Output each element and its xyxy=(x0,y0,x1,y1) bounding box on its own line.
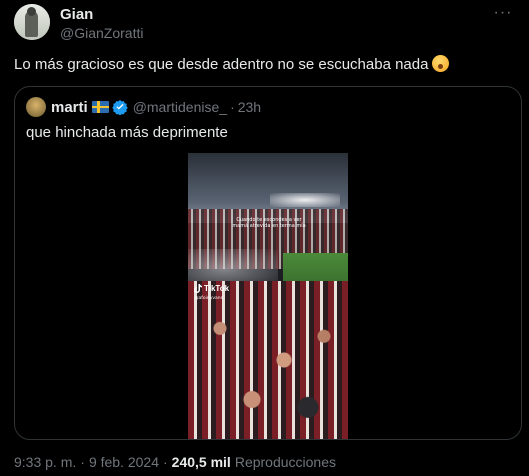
meta-separator-2: · xyxy=(163,454,168,470)
avatar[interactable] xyxy=(14,4,50,40)
tweet-date[interactable]: 9 feb. 2024 xyxy=(89,454,159,470)
author-row: Gian @GianZoratti xyxy=(14,4,143,42)
quoted-display-name: marti xyxy=(51,98,88,116)
tweet-text: Lo más gracioso es que desde adentro no … xyxy=(14,55,450,75)
more-options-button[interactable]: ··· xyxy=(491,4,515,22)
quoted-time: 23h xyxy=(237,99,262,115)
tiktok-icon xyxy=(194,284,202,293)
meta-separator: · xyxy=(80,454,85,470)
tiktok-label: TikTok xyxy=(204,284,230,293)
tiktok-handle: @afoinyvans xyxy=(194,296,223,301)
video-caption: Cuando te escondes a ver mamá atrevida e… xyxy=(232,217,306,229)
author-display-name[interactable]: Gian xyxy=(60,6,143,24)
tweet-time[interactable]: 9:33 p. m. xyxy=(14,454,76,470)
views-label: Reproducciones xyxy=(234,454,336,470)
verified-badge-icon xyxy=(111,100,128,115)
more-icon: ··· xyxy=(493,4,513,21)
quoted-tweet-header: marti @martidenise_ · 23h xyxy=(26,97,261,117)
author-handle[interactable]: @GianZoratti xyxy=(60,24,143,42)
quoted-tweet[interactable]: marti @martidenise_ · 23h que hinchada m… xyxy=(14,86,522,440)
tweet-meta: 9:33 p. m. · 9 feb. 2024 · 240,5 mil Rep… xyxy=(14,454,336,470)
tweet-text-content: Lo más gracioso es que desde adentro no … xyxy=(14,56,429,73)
quoted-avatar xyxy=(26,97,46,117)
quoted-tweet-text: que hinchada más deprimente xyxy=(26,124,228,141)
video-crowd xyxy=(188,281,348,439)
quoted-separator: · xyxy=(230,99,235,115)
astonished-face-emoji-icon xyxy=(432,55,450,72)
tweet: Gian @GianZoratti ··· Lo más gracioso es… xyxy=(0,0,529,476)
author-names: Gian @GianZoratti xyxy=(60,4,143,42)
sweden-flag-icon xyxy=(91,101,109,113)
views-count: 240,5 mil xyxy=(171,454,231,470)
quoted-video[interactable]: Cuando te escondes a ver mamá atrevida e… xyxy=(188,153,348,439)
quoted-handle: @martidenise_ xyxy=(132,99,228,115)
